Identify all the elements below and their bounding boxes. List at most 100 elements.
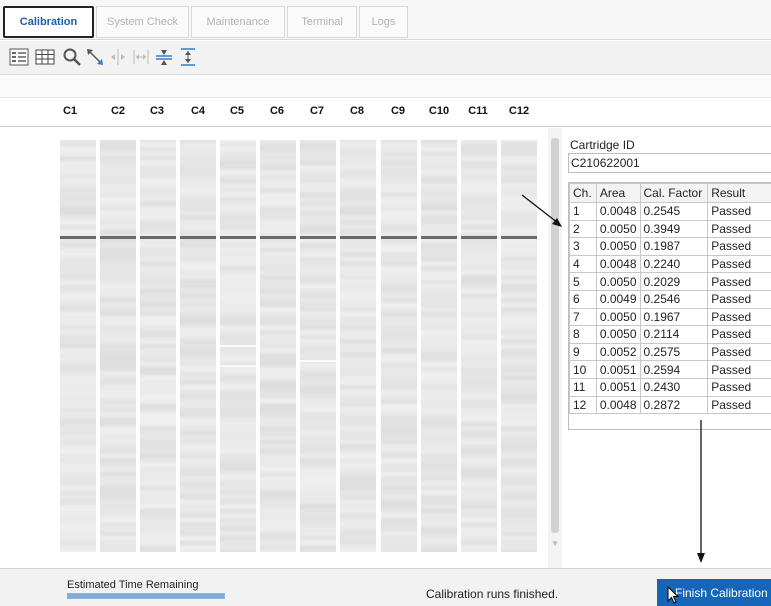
table-row[interactable]: 2 0.0050 0.3949 Passed bbox=[569, 219, 771, 239]
cell-cal-factor: 0.2430 bbox=[639, 377, 709, 397]
column-label: C4 bbox=[190, 105, 206, 117]
tab-logs[interactable]: Logs bbox=[359, 6, 408, 38]
calibration-band bbox=[100, 236, 136, 239]
cell-result: Passed bbox=[707, 202, 771, 221]
cartridge-id-field[interactable] bbox=[568, 153, 771, 173]
column-label: C7 bbox=[309, 105, 325, 117]
results-table-container: Ch. Area Cal. Factor Result 1 0.0048 0.254… bbox=[568, 182, 771, 430]
lane-view-button[interactable] bbox=[9, 47, 29, 67]
status-bar: Estimated Time Remaining Calibration run… bbox=[0, 568, 771, 606]
cell-result: Passed bbox=[707, 360, 771, 379]
scroll-down-arrow-icon[interactable]: ▼ bbox=[551, 540, 559, 548]
gel-lane[interactable] bbox=[340, 140, 376, 552]
table-row[interactable]: 4 0.0048 0.2240 Passed bbox=[569, 254, 771, 274]
grid-view-button[interactable] bbox=[35, 47, 55, 67]
table-row[interactable]: 9 0.0052 0.2575 Passed bbox=[569, 342, 771, 362]
split-horizontal-button[interactable] bbox=[154, 47, 174, 67]
cell-channel: 6 bbox=[569, 289, 597, 309]
cell-area: 0.0050 bbox=[595, 272, 641, 291]
gel-lane[interactable] bbox=[461, 140, 497, 552]
cell-cal-factor: 0.2575 bbox=[639, 342, 709, 362]
cell-area: 0.0048 bbox=[595, 202, 641, 221]
column-label: C3 bbox=[149, 105, 165, 117]
column-header: Result bbox=[707, 183, 771, 203]
gel-scrollbar[interactable]: ▼ bbox=[548, 128, 562, 568]
tab-terminal[interactable]: Terminal bbox=[287, 6, 357, 38]
calibration-band bbox=[340, 236, 376, 239]
mouse-cursor-icon bbox=[667, 586, 679, 604]
bright-artifact-band bbox=[300, 360, 336, 362]
column-label: C11 bbox=[468, 105, 488, 117]
gel-image-area[interactable] bbox=[0, 128, 548, 568]
table-row[interactable]: 11 0.0051 0.2430 Passed bbox=[569, 377, 771, 397]
expand-height-button[interactable] bbox=[178, 47, 198, 67]
table-row[interactable]: 12 0.0048 0.2872 Passed bbox=[569, 395, 771, 415]
column-label: C1 bbox=[62, 105, 78, 117]
estimated-time-progress-bar bbox=[67, 593, 225, 599]
align-peaks-icon bbox=[108, 47, 128, 67]
gel-lane[interactable] bbox=[300, 140, 336, 552]
tab-system-check[interactable]: System Check bbox=[96, 6, 189, 38]
zoom-button[interactable] bbox=[62, 47, 82, 67]
results-table: Ch. Area Cal. Factor Result 1 0.0048 0.254… bbox=[569, 183, 771, 415]
status-message: Calibration runs finished. bbox=[426, 587, 559, 601]
gel-lane[interactable] bbox=[260, 140, 296, 552]
tab-maintenance[interactable]: Maintenance bbox=[191, 6, 285, 38]
cell-channel: 2 bbox=[569, 219, 597, 239]
calibration-band bbox=[140, 236, 176, 239]
bright-artifact-band bbox=[220, 345, 256, 347]
column-label: C6 bbox=[269, 105, 285, 117]
column-label: C12 bbox=[508, 105, 530, 117]
cell-area: 0.0048 bbox=[595, 395, 641, 415]
gel-lane[interactable] bbox=[381, 140, 417, 552]
cell-result: Passed bbox=[707, 272, 771, 291]
cell-result: Passed bbox=[707, 237, 771, 256]
column-label: C9 bbox=[390, 105, 406, 117]
progress-fill bbox=[68, 594, 224, 598]
cell-area: 0.0050 bbox=[595, 325, 641, 344]
expand-width-button[interactable] bbox=[131, 47, 151, 67]
cartridge-id-label: Cartridge ID bbox=[570, 138, 635, 152]
gel-lane[interactable] bbox=[180, 140, 216, 552]
table-row[interactable]: 8 0.0050 0.2114 Passed bbox=[569, 325, 771, 344]
cell-cal-factor: 0.1987 bbox=[639, 237, 709, 256]
calibration-band bbox=[180, 236, 216, 239]
gel-lane[interactable] bbox=[220, 140, 256, 552]
gel-lane[interactable] bbox=[421, 140, 457, 552]
scrollbar-thumb[interactable] bbox=[551, 138, 559, 533]
cell-cal-factor: 0.1967 bbox=[639, 307, 709, 327]
fit-view-icon bbox=[85, 47, 105, 67]
options-row bbox=[0, 76, 771, 98]
cell-area: 0.0050 bbox=[595, 307, 641, 327]
gel-lane[interactable] bbox=[60, 140, 96, 552]
fit-view-button[interactable] bbox=[85, 47, 105, 67]
cell-area: 0.0049 bbox=[595, 289, 641, 309]
table-row[interactable]: 1 0.0048 0.2545 Passed bbox=[569, 202, 771, 221]
gel-lane[interactable] bbox=[501, 140, 537, 552]
cell-channel: 5 bbox=[569, 272, 597, 291]
cell-result: Passed bbox=[707, 307, 771, 327]
cell-channel: 10 bbox=[569, 360, 597, 379]
cell-area: 0.0050 bbox=[595, 219, 641, 239]
table-header-row: Ch. Area Cal. Factor Result bbox=[569, 183, 771, 203]
column-label: C10 bbox=[428, 105, 450, 117]
tab-calibration[interactable]: Calibration bbox=[3, 6, 94, 38]
cell-cal-factor: 0.2546 bbox=[639, 289, 709, 309]
column-label: C8 bbox=[349, 105, 365, 117]
table-row[interactable]: 7 0.0050 0.1967 Passed bbox=[569, 307, 771, 327]
align-peaks-button[interactable] bbox=[108, 47, 128, 67]
cell-channel: 11 bbox=[569, 377, 597, 397]
column-header: Area bbox=[595, 183, 641, 203]
cell-cal-factor: 0.2114 bbox=[639, 325, 709, 344]
table-row[interactable]: 3 0.0050 0.1987 Passed bbox=[569, 237, 771, 256]
lane-view-icon bbox=[9, 48, 29, 66]
table-row[interactable]: 5 0.0050 0.2029 Passed bbox=[569, 272, 771, 291]
cell-cal-factor: 0.2545 bbox=[639, 202, 709, 221]
gel-lane[interactable] bbox=[100, 140, 136, 552]
cell-channel: 7 bbox=[569, 307, 597, 327]
table-row[interactable]: 10 0.0051 0.2594 Passed bbox=[569, 360, 771, 379]
table-row[interactable]: 6 0.0049 0.2546 Passed bbox=[569, 289, 771, 309]
cell-area: 0.0052 bbox=[595, 342, 641, 362]
calibration-band bbox=[461, 236, 497, 239]
gel-lane[interactable] bbox=[140, 140, 176, 552]
